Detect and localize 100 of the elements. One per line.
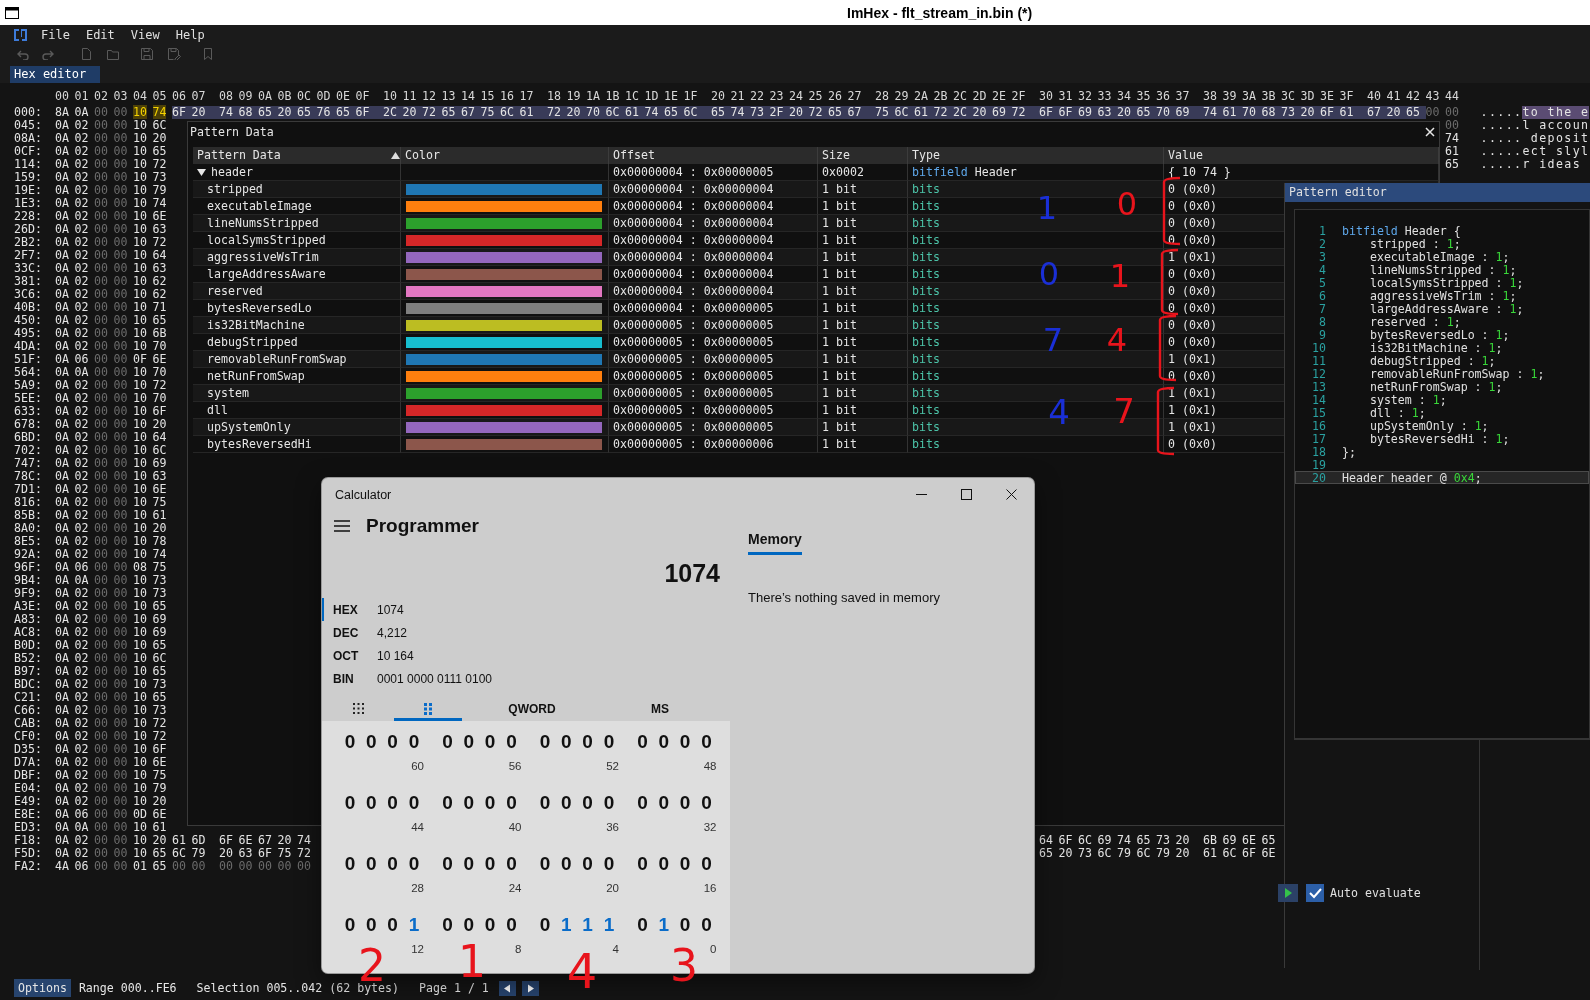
radix-row[interactable]: OCT 10 164 bbox=[322, 644, 730, 667]
bit-toggle[interactable]: 0 bbox=[340, 914, 360, 936]
bit-toggle[interactable]: 0 bbox=[632, 914, 653, 936]
bit-toggle[interactable]: 0 bbox=[577, 792, 598, 814]
menu-item[interactable]: File bbox=[33, 27, 78, 43]
hex-byte: 00 bbox=[113, 326, 128, 340]
tab[interactable]: Hex editor bbox=[10, 66, 101, 83]
bit-toggle[interactable]: 0 bbox=[382, 792, 403, 814]
options-button[interactable]: Options bbox=[14, 979, 71, 997]
bit-toggle[interactable]: 0 bbox=[404, 731, 424, 753]
bit-toggle[interactable]: 1 bbox=[599, 914, 619, 936]
hex-byte: 00 bbox=[94, 326, 108, 340]
radix-row[interactable]: DEC 4,212 bbox=[322, 621, 730, 644]
keypad-tab[interactable]: QWORD bbox=[462, 699, 602, 721]
bit-toggle[interactable]: 0 bbox=[458, 853, 479, 875]
hex-byte: 00 bbox=[94, 404, 108, 418]
bit-toggle[interactable]: 0 bbox=[404, 792, 424, 814]
bit-toggle[interactable]: 0 bbox=[535, 914, 555, 936]
bit-toggle[interactable]: 0 bbox=[382, 853, 403, 875]
bit-toggle[interactable]: 0 bbox=[653, 792, 674, 814]
bit-toggle[interactable]: 0 bbox=[501, 731, 522, 753]
bit-toggle[interactable]: 0 bbox=[632, 853, 653, 875]
bit-toggle[interactable]: 0 bbox=[361, 914, 382, 936]
bit-toggle[interactable]: 0 bbox=[404, 853, 424, 875]
hex-byte: 02 bbox=[74, 716, 89, 730]
bit-toggle[interactable]: 0 bbox=[361, 731, 382, 753]
bit-toggle[interactable]: 0 bbox=[599, 731, 619, 753]
bit-toggle[interactable]: 0 bbox=[696, 792, 717, 814]
hex-byte: 00 bbox=[113, 365, 128, 379]
bit-toggle[interactable]: 0 bbox=[480, 792, 501, 814]
bit-toggle[interactable]: 0 bbox=[632, 731, 653, 753]
bit-toggle[interactable]: 0 bbox=[696, 914, 717, 936]
bit-toggle[interactable]: 0 bbox=[480, 914, 501, 936]
code-editor[interactable] bbox=[1294, 209, 1590, 739]
row-offset: 450: bbox=[14, 313, 42, 327]
bit-toggle[interactable]: 0 bbox=[501, 792, 522, 814]
bit-toggle[interactable]: 1 bbox=[653, 914, 674, 936]
hex-byte: 00 bbox=[113, 261, 128, 275]
bit-toggle[interactable]: 0 bbox=[501, 914, 522, 936]
menu-item[interactable]: Edit bbox=[77, 27, 123, 43]
bit-toggle[interactable]: 0 bbox=[458, 792, 479, 814]
bit-toggle[interactable]: 0 bbox=[556, 853, 577, 875]
bit-toggle[interactable]: 0 bbox=[653, 731, 674, 753]
column-header[interactable]: Type bbox=[912, 147, 940, 164]
bit-toggle[interactable]: 0 bbox=[340, 792, 360, 814]
bit-toggle[interactable]: 0 bbox=[480, 853, 501, 875]
bit-toggle[interactable]: 0 bbox=[501, 853, 522, 875]
bit-toggle[interactable]: 0 bbox=[577, 731, 598, 753]
radix-row[interactable]: BIN 0001 0000 0111 0100 bbox=[322, 667, 730, 690]
bit-toggle[interactable]: 1 bbox=[404, 914, 424, 936]
column-header[interactable]: Color bbox=[405, 147, 440, 164]
hex-byte: 61 bbox=[172, 833, 186, 847]
bit-toggle[interactable]: 0 bbox=[437, 731, 458, 753]
hex-byte: 00 bbox=[113, 144, 128, 158]
menu-item[interactable]: View bbox=[122, 27, 168, 43]
run-button[interactable] bbox=[1278, 884, 1298, 902]
keypad-tab[interactable]: MS bbox=[602, 699, 718, 721]
bit-toggle[interactable]: 0 bbox=[653, 853, 674, 875]
menu-item[interactable]: Help bbox=[167, 27, 213, 43]
bit-toggle[interactable]: 0 bbox=[382, 731, 403, 753]
bit-toggle[interactable]: 1 bbox=[556, 914, 577, 936]
bit-toggle[interactable]: 0 bbox=[577, 853, 598, 875]
bit-toggle[interactable]: 0 bbox=[340, 853, 360, 875]
bit-toggle[interactable]: 0 bbox=[632, 792, 653, 814]
hex-byte: 00 bbox=[94, 651, 108, 665]
bit-toggle[interactable]: 0 bbox=[599, 792, 619, 814]
bit-toggle[interactable]: 1 bbox=[577, 914, 598, 936]
checkbox[interactable] bbox=[1306, 884, 1324, 902]
column-header[interactable]: Value bbox=[1168, 147, 1203, 164]
bit-toggle[interactable]: 0 bbox=[361, 792, 382, 814]
radix-row[interactable]: HEX 1074 bbox=[322, 598, 730, 621]
menu-icon[interactable] bbox=[334, 520, 350, 532]
bit-toggle[interactable]: 0 bbox=[556, 792, 577, 814]
close-icon[interactable] bbox=[1006, 489, 1017, 500]
memory-tab[interactable]: Memory bbox=[748, 531, 802, 555]
bit-toggle[interactable]: 0 bbox=[675, 792, 696, 814]
maximize-icon[interactable] bbox=[961, 489, 972, 500]
bit-toggle[interactable]: 0 bbox=[437, 792, 458, 814]
bit-toggle[interactable]: 0 bbox=[535, 853, 555, 875]
sort-arrow-icon[interactable] bbox=[391, 152, 400, 159]
bit-toggle[interactable]: 0 bbox=[458, 731, 479, 753]
bit-toggle[interactable]: 0 bbox=[361, 853, 382, 875]
bit-toggle[interactable]: 0 bbox=[340, 731, 360, 753]
bit-toggle[interactable]: 0 bbox=[382, 914, 403, 936]
bit-toggle[interactable]: 0 bbox=[599, 853, 619, 875]
hex-byte: 02 bbox=[74, 612, 89, 626]
line-number: 16 bbox=[1311, 420, 1326, 431]
bit-toggle[interactable]: 0 bbox=[437, 914, 458, 936]
bit-toggle[interactable]: 0 bbox=[458, 914, 479, 936]
expand-arrow-icon[interactable] bbox=[197, 167, 206, 177]
bit-toggle[interactable]: 0 bbox=[437, 853, 458, 875]
bit-toggle[interactable]: 0 bbox=[675, 853, 696, 875]
bit-toggle[interactable]: 0 bbox=[535, 792, 555, 814]
bit-toggle[interactable]: 0 bbox=[556, 731, 577, 753]
bit-toggle[interactable]: 0 bbox=[696, 731, 717, 753]
bit-toggle[interactable]: 0 bbox=[675, 731, 696, 753]
bit-toggle[interactable]: 0 bbox=[480, 731, 501, 753]
bit-toggle[interactable]: 0 bbox=[535, 731, 555, 753]
bit-toggle[interactable]: 0 bbox=[675, 914, 696, 936]
bit-toggle[interactable]: 0 bbox=[696, 853, 717, 875]
